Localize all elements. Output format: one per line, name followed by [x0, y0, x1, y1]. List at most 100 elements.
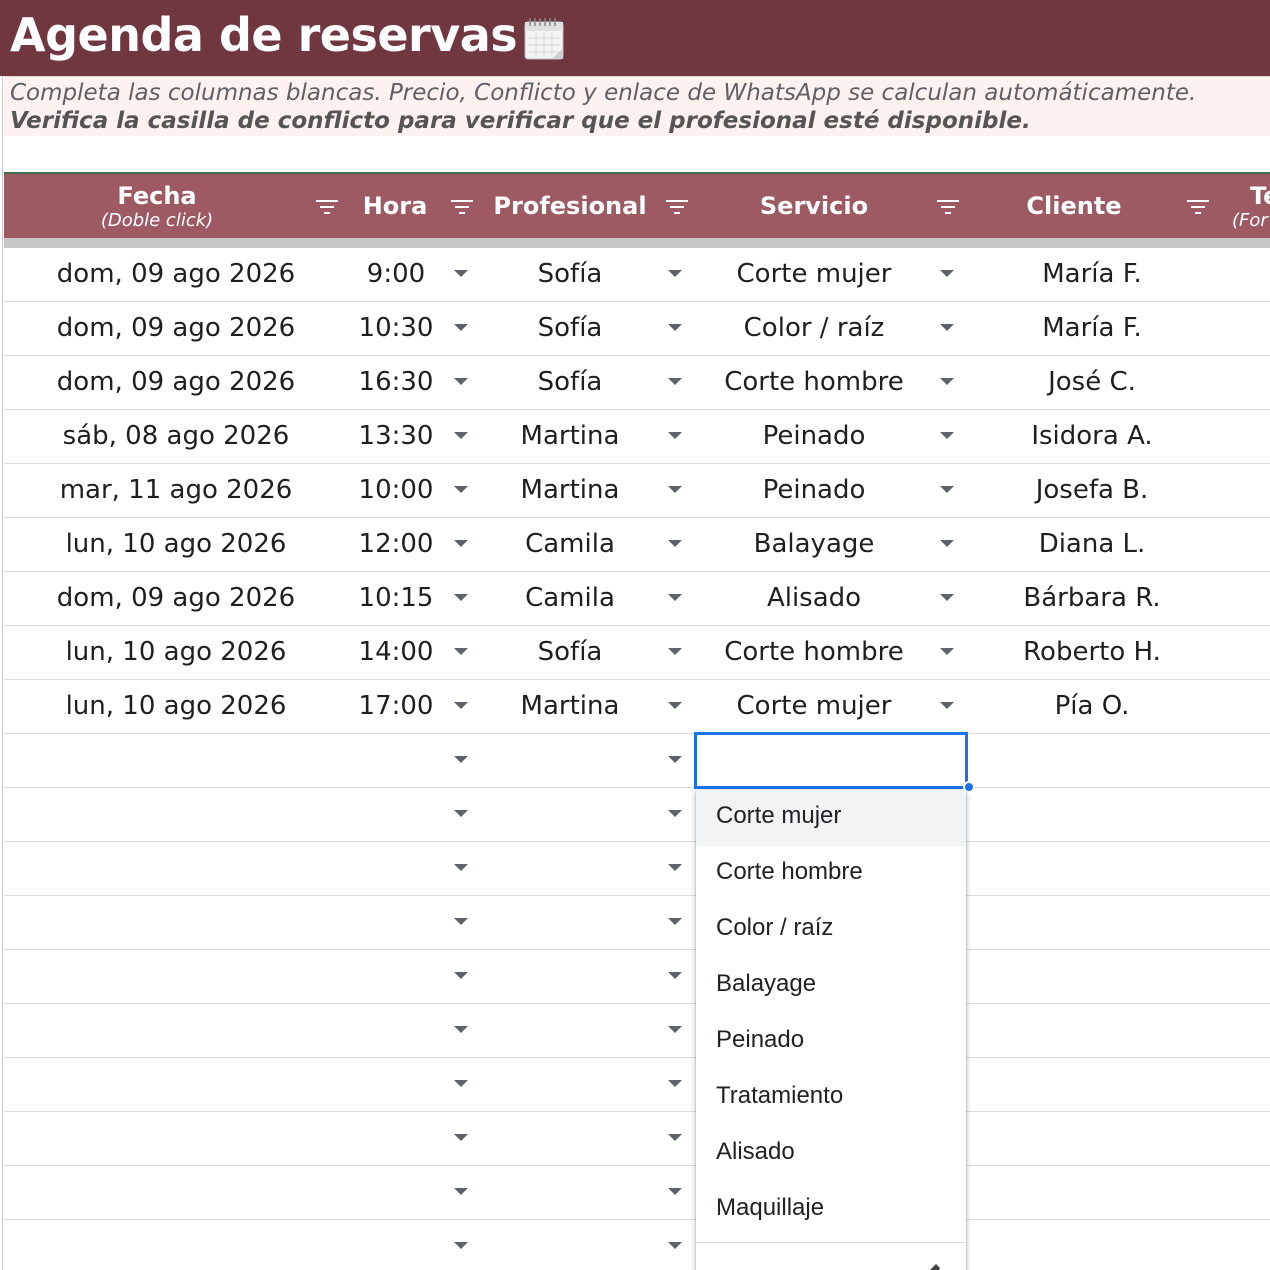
cell-profesional[interactable]: [480, 1004, 660, 1057]
dropdown-caret-icon[interactable]: [454, 648, 468, 655]
dropdown-caret-icon[interactable]: [940, 486, 954, 493]
dropdown-caret-icon[interactable]: [668, 270, 682, 277]
cell-profesional[interactable]: Sofía: [480, 356, 660, 409]
cell-profesional[interactable]: [480, 734, 660, 787]
dropdown-caret-icon[interactable]: [940, 540, 954, 547]
cell-fecha[interactable]: [4, 734, 348, 787]
cell-fecha[interactable]: [4, 1220, 348, 1270]
cell-hora[interactable]: 9:00: [348, 248, 444, 301]
cell-cliente[interactable]: [1004, 734, 1180, 787]
dropdown-caret-icon[interactable]: [668, 1026, 682, 1033]
cell-profesional[interactable]: Martina: [480, 680, 660, 733]
dropdown-option[interactable]: Color / raíz: [696, 902, 966, 958]
dropdown-caret-icon[interactable]: [668, 594, 682, 601]
cell-cliente[interactable]: Josefa B.: [1004, 464, 1180, 517]
dropdown-caret-icon[interactable]: [668, 1188, 682, 1195]
cell-profesional[interactable]: [480, 1058, 660, 1111]
cell-cliente[interactable]: [1004, 1220, 1180, 1270]
column-header-next[interactable]: Te (For: [1232, 174, 1270, 238]
dropdown-option[interactable]: Corte hombre: [696, 846, 966, 902]
dropdown-caret-icon[interactable]: [454, 864, 468, 871]
cell-cliente[interactable]: [1004, 1058, 1180, 1111]
cell-fecha[interactable]: lun, 10 ago 2026: [4, 626, 348, 679]
dropdown-option[interactable]: Corte mujer: [696, 790, 966, 846]
cell-fecha[interactable]: [4, 1058, 348, 1111]
cell-profesional[interactable]: Camila: [480, 518, 660, 571]
cell-cliente[interactable]: José C.: [1004, 356, 1180, 409]
dropdown-caret-icon[interactable]: [454, 324, 468, 331]
cell-cliente[interactable]: [1004, 950, 1180, 1003]
cell-cliente[interactable]: Roberto H.: [1004, 626, 1180, 679]
cell-fecha[interactable]: dom, 09 ago 2026: [4, 572, 348, 625]
cell-cliente[interactable]: [1004, 896, 1180, 949]
cell-fecha[interactable]: [4, 1112, 348, 1165]
dropdown-caret-icon[interactable]: [454, 540, 468, 547]
dropdown-caret-icon[interactable]: [668, 378, 682, 385]
cell-fecha[interactable]: dom, 09 ago 2026: [4, 302, 348, 355]
dropdown-caret-icon[interactable]: [940, 432, 954, 439]
dropdown-caret-icon[interactable]: [454, 918, 468, 925]
cell-cliente[interactable]: [1004, 1112, 1180, 1165]
filter-icon[interactable]: [315, 198, 339, 216]
dropdown-caret-icon[interactable]: [668, 432, 682, 439]
cell-fecha[interactable]: sáb, 08 ago 2026: [4, 410, 348, 463]
dropdown-caret-icon[interactable]: [940, 324, 954, 331]
cell-cliente[interactable]: [1004, 842, 1180, 895]
cell-cliente[interactable]: Pía O.: [1004, 680, 1180, 733]
dropdown-caret-icon[interactable]: [668, 324, 682, 331]
dropdown-caret-icon[interactable]: [668, 486, 682, 493]
dropdown-caret-icon[interactable]: [668, 1080, 682, 1087]
cell-cliente[interactable]: [1004, 1166, 1180, 1219]
dropdown-caret-icon[interactable]: [940, 648, 954, 655]
edit-pencil-icon[interactable]: [926, 1262, 942, 1270]
column-header-profesional[interactable]: Profesional: [486, 174, 654, 238]
cell-fecha[interactable]: lun, 10 ago 2026: [4, 680, 348, 733]
cell-hora[interactable]: [348, 1166, 444, 1219]
cell-profesional[interactable]: Camila: [480, 572, 660, 625]
dropdown-caret-icon[interactable]: [454, 1080, 468, 1087]
cell-hora[interactable]: [348, 842, 444, 895]
dropdown-caret-icon[interactable]: [940, 270, 954, 277]
cell-profesional[interactable]: [480, 1220, 660, 1270]
dropdown-caret-icon[interactable]: [454, 1188, 468, 1195]
cell-profesional[interactable]: [480, 788, 660, 841]
cell-cliente[interactable]: [1004, 788, 1180, 841]
dropdown-caret-icon[interactable]: [668, 810, 682, 817]
cell-fecha[interactable]: [4, 1004, 348, 1057]
cell-hora[interactable]: 12:00: [348, 518, 444, 571]
dropdown-caret-icon[interactable]: [668, 756, 682, 763]
cell-servicio[interactable]: Alisado: [704, 572, 924, 625]
cell-profesional[interactable]: [480, 1112, 660, 1165]
column-header-fecha[interactable]: Fecha (Doble click): [4, 174, 310, 238]
column-header-servicio[interactable]: Servicio: [704, 174, 924, 238]
cell-cliente[interactable]: Diana L.: [1004, 518, 1180, 571]
cell-profesional[interactable]: [480, 896, 660, 949]
cell-fecha[interactable]: dom, 09 ago 2026: [4, 248, 348, 301]
dropdown-option[interactable]: Maquillaje: [696, 1182, 966, 1238]
filter-icon[interactable]: [1186, 198, 1210, 216]
cell-servicio[interactable]: Corte mujer: [704, 248, 924, 301]
cell-hora[interactable]: 10:15: [348, 572, 444, 625]
cell-hora[interactable]: [348, 734, 444, 787]
dropdown-caret-icon[interactable]: [668, 648, 682, 655]
active-cell-servicio[interactable]: [694, 732, 968, 789]
dropdown-caret-icon[interactable]: [668, 702, 682, 709]
dropdown-caret-icon[interactable]: [668, 540, 682, 547]
dropdown-caret-icon[interactable]: [668, 1242, 682, 1249]
cell-profesional[interactable]: [480, 950, 660, 1003]
cell-profesional[interactable]: Sofía: [480, 248, 660, 301]
cell-hora[interactable]: 10:30: [348, 302, 444, 355]
dropdown-caret-icon[interactable]: [454, 702, 468, 709]
filter-icon[interactable]: [450, 198, 474, 216]
cell-hora[interactable]: [348, 1058, 444, 1111]
cell-profesional[interactable]: Sofía: [480, 626, 660, 679]
cell-hora[interactable]: 10:00: [348, 464, 444, 517]
dropdown-option[interactable]: Balayage: [696, 958, 966, 1014]
dropdown-caret-icon[interactable]: [668, 1134, 682, 1141]
cell-fecha[interactable]: [4, 842, 348, 895]
cell-fecha[interactable]: [4, 1166, 348, 1219]
cell-hora[interactable]: 17:00: [348, 680, 444, 733]
cell-cliente[interactable]: Isidora A.: [1004, 410, 1180, 463]
cell-profesional[interactable]: [480, 1166, 660, 1219]
dropdown-caret-icon[interactable]: [668, 918, 682, 925]
